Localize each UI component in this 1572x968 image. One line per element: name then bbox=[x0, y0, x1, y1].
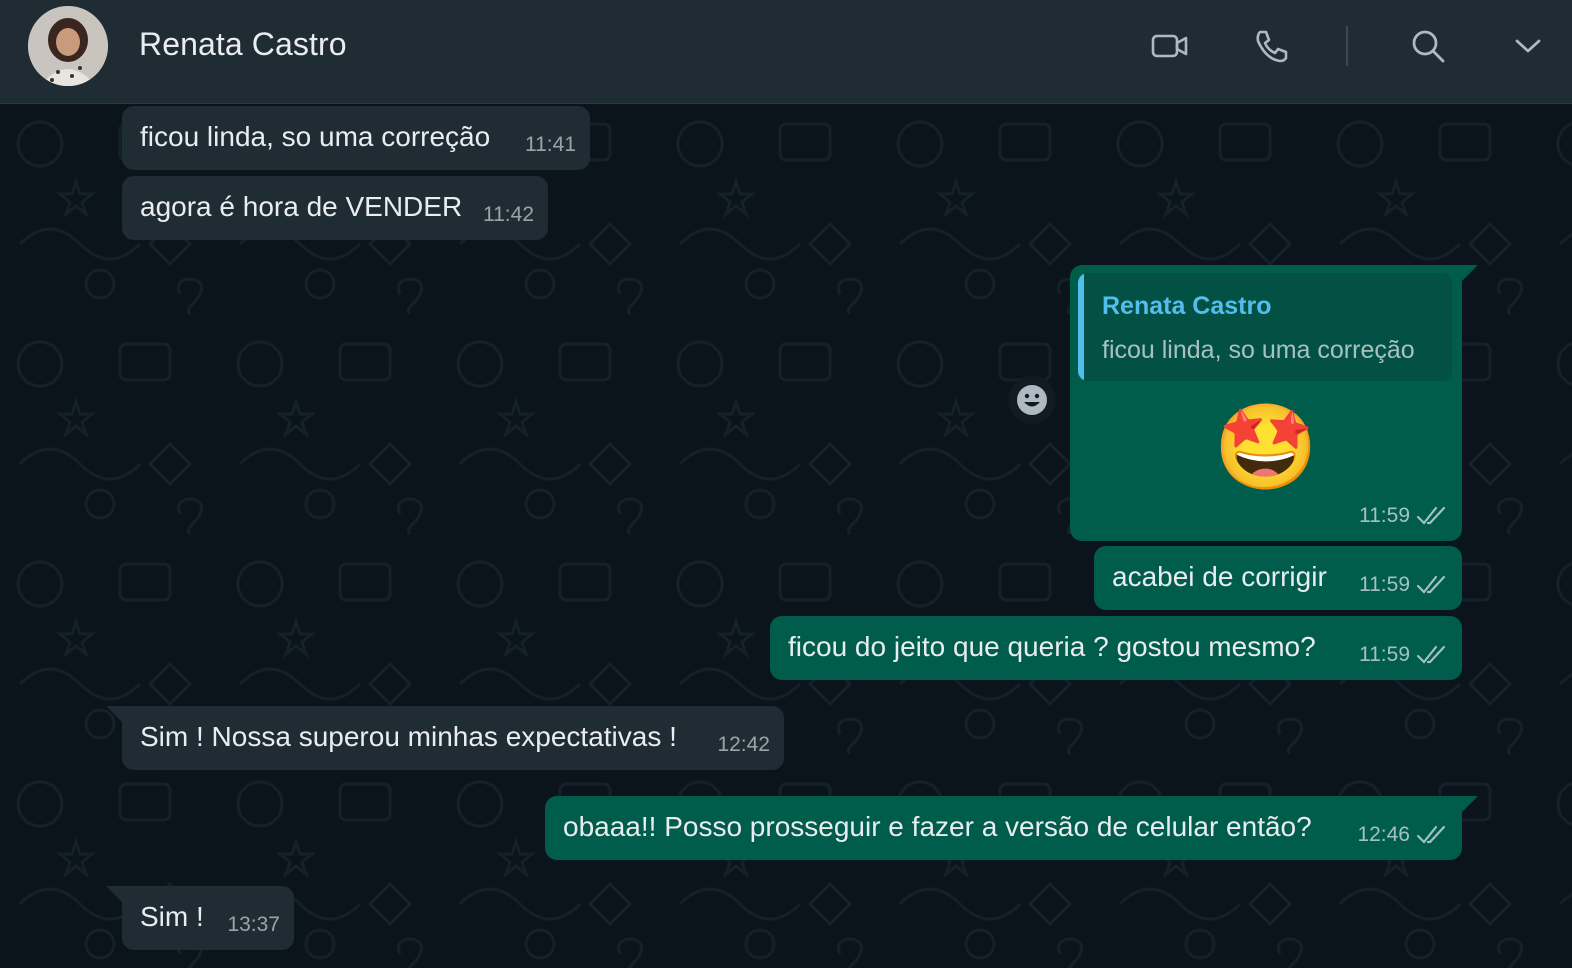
message-time: 12:46 bbox=[1357, 823, 1410, 846]
message-incoming[interactable]: ficou linda, so uma correção 11:41 bbox=[122, 106, 590, 170]
bubble-tail bbox=[1462, 265, 1478, 281]
message-text: acabei de corrigir bbox=[1112, 561, 1327, 592]
quote-sender: Renata Castro bbox=[1102, 292, 1272, 320]
message-incoming[interactable]: Sim ! Nossa superou minhas expectativas … bbox=[106, 706, 784, 770]
message-time: 13:37 bbox=[227, 913, 280, 936]
double-check-icon bbox=[1416, 645, 1446, 664]
message-text: obaaa!! Posso prosseguir e fazer a versã… bbox=[563, 811, 1312, 842]
star-struck-emoji: 🤩 bbox=[1213, 400, 1319, 494]
message-text: Sim ! Nossa superou minhas expectativas … bbox=[140, 721, 677, 752]
double-check-icon bbox=[1416, 825, 1446, 844]
message-text: agora é hora de VENDER bbox=[140, 191, 463, 222]
react-emoji-button[interactable] bbox=[1008, 376, 1056, 424]
message-meta: 11:41 bbox=[525, 128, 576, 162]
chat-window: Renata Castro ficou linda, so uma correç… bbox=[0, 0, 1572, 968]
message-meta: 12:46 bbox=[1357, 818, 1448, 852]
message-text: Sim ! bbox=[140, 901, 204, 932]
message-meta: 11:42 bbox=[483, 198, 534, 232]
message-outgoing[interactable]: ficou do jeito que queria ? gostou mesmo… bbox=[770, 616, 1462, 680]
message-outgoing-reply[interactable]: Renata Castro ficou linda, so uma correç… bbox=[1070, 265, 1478, 541]
message-time: 11:59 bbox=[1359, 504, 1410, 527]
voice-call-icon[interactable] bbox=[1250, 26, 1290, 66]
message-time: 11:59 bbox=[1359, 573, 1410, 596]
bubble-tail bbox=[106, 706, 122, 722]
header-divider bbox=[1346, 26, 1348, 66]
chat-header: Renata Castro bbox=[0, 0, 1572, 104]
message-outgoing[interactable]: obaaa!! Posso prosseguir e fazer a versã… bbox=[545, 796, 1478, 860]
message-incoming[interactable]: agora é hora de VENDER 11:42 bbox=[122, 176, 548, 240]
message-incoming[interactable]: Sim ! 13:37 bbox=[106, 886, 294, 950]
message-meta: 11:59 bbox=[1359, 638, 1448, 672]
message-time: 11:41 bbox=[525, 133, 576, 156]
message-time: 11:59 bbox=[1359, 643, 1410, 666]
video-call-icon[interactable] bbox=[1150, 26, 1190, 66]
chevron-down-icon[interactable] bbox=[1508, 26, 1548, 66]
avatar-image bbox=[28, 6, 108, 86]
search-icon[interactable] bbox=[1408, 26, 1448, 66]
message-meta: 11:59 bbox=[1359, 499, 1448, 533]
message-text: ficou linda, so uma correção bbox=[140, 121, 491, 152]
message-meta: 11:59 bbox=[1359, 568, 1448, 602]
avatar[interactable] bbox=[28, 6, 108, 86]
message-meta: 12:42 bbox=[717, 728, 770, 762]
quote-accent-bar bbox=[1078, 273, 1084, 381]
message-time: 11:42 bbox=[483, 203, 534, 226]
smiley-icon bbox=[1017, 385, 1047, 415]
message-time: 12:42 bbox=[717, 733, 770, 756]
double-check-icon bbox=[1416, 506, 1446, 525]
message-outgoing[interactable]: acabei de corrigir 11:59 bbox=[1094, 546, 1462, 610]
contact-name[interactable]: Renata Castro bbox=[139, 26, 347, 63]
bubble-tail bbox=[1462, 796, 1478, 812]
quote-text: ficou linda, so uma correção bbox=[1102, 336, 1415, 364]
double-check-icon bbox=[1416, 575, 1446, 594]
quoted-message[interactable]: Renata Castro ficou linda, so uma correç… bbox=[1078, 273, 1452, 381]
message-text: ficou do jeito que queria ? gostou mesmo… bbox=[788, 631, 1316, 662]
bubble-tail bbox=[106, 886, 122, 902]
message-meta: 13:37 bbox=[227, 908, 280, 942]
